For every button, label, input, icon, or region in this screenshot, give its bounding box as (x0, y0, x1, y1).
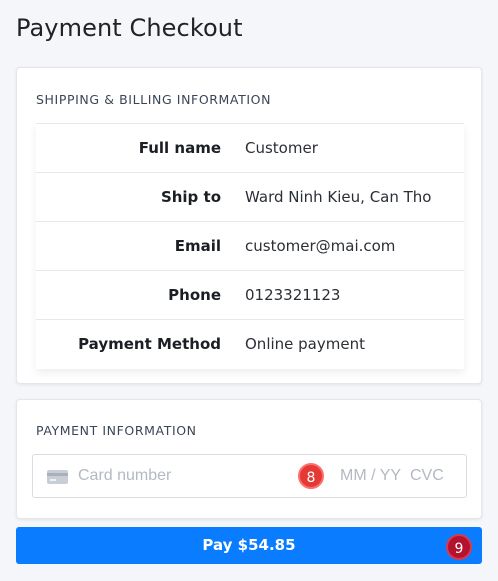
phone-label: Phone (168, 286, 221, 304)
page-title: Payment Checkout (16, 14, 243, 42)
table-row: Email customer@mai.com (36, 221, 464, 271)
pay-button-marker-badge: 9 (446, 534, 472, 560)
email-value: customer@mai.com (245, 237, 396, 255)
shipping-billing-card: SHIPPING & BILLING INFORMATION Full name… (16, 67, 482, 384)
credit-card-icon (47, 470, 68, 484)
payment-method-label: Payment Method (78, 335, 221, 354)
payment-method-value: Online payment (245, 335, 365, 354)
full-name-label: Full name (138, 139, 221, 157)
table-row: Full name Customer (36, 123, 464, 173)
pay-button[interactable]: Pay $54.85 (16, 527, 482, 564)
ship-to-label: Ship to (160, 188, 221, 206)
email-label: Email (174, 237, 221, 255)
table-row: Ship to Ward Ninh Kieu, Can Tho (36, 172, 464, 222)
table-row: Phone 0123321123 (36, 270, 464, 320)
cvc-input[interactable]: CVC (410, 467, 444, 485)
payment-info-card: PAYMENT INFORMATION Card number MM / YY … (16, 399, 482, 519)
card-input-field[interactable]: Card number MM / YY CVC (32, 454, 467, 498)
table-row: Payment Method Online payment (36, 319, 464, 369)
expiry-input[interactable]: MM / YY (340, 467, 401, 485)
shipping-info-table: Full name Customer Ship to Ward Ninh Kie… (36, 123, 464, 369)
card-number-input[interactable]: Card number (78, 467, 171, 485)
phone-value: 0123321123 (245, 286, 341, 304)
card-field-marker-badge: 8 (298, 463, 324, 489)
full-name-value: Customer (245, 139, 318, 157)
shipping-section-title: SHIPPING & BILLING INFORMATION (36, 92, 272, 107)
payment-section-title: PAYMENT INFORMATION (36, 423, 197, 438)
ship-to-value: Ward Ninh Kieu, Can Tho (245, 188, 432, 206)
